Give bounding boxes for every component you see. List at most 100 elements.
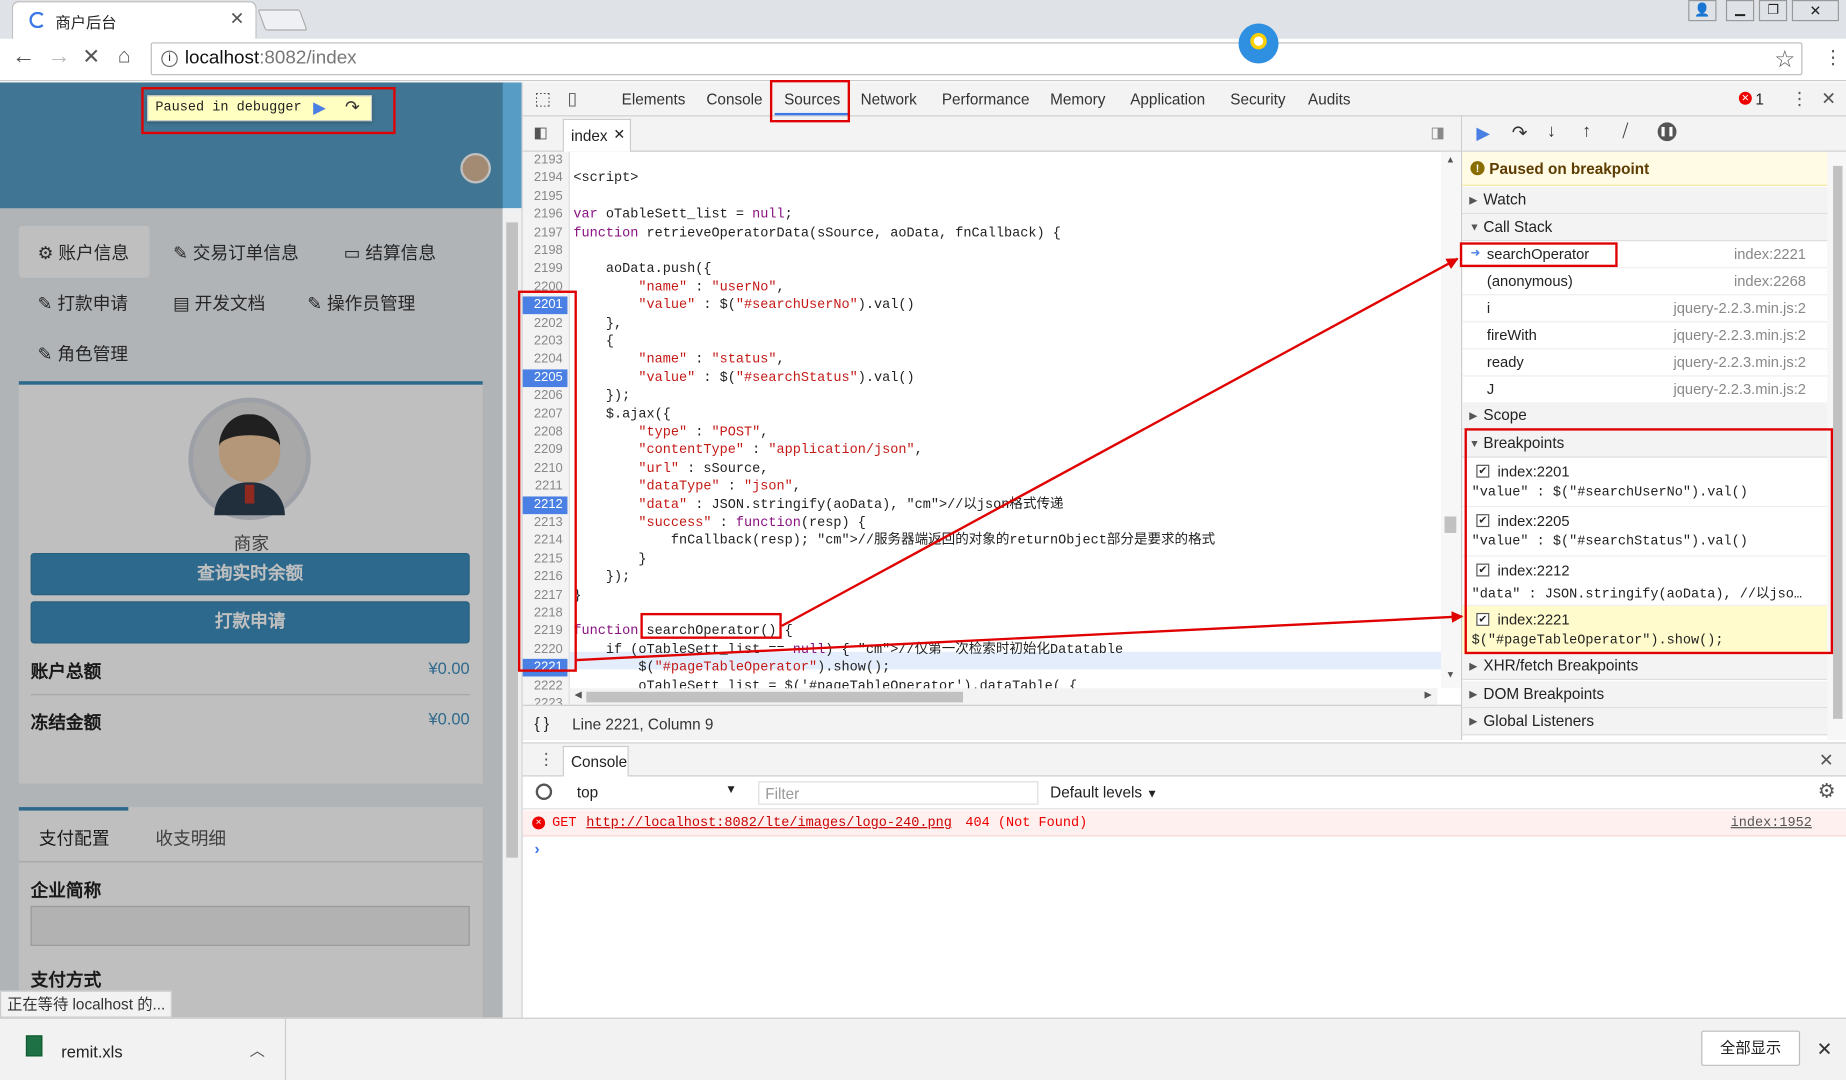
menu-icon[interactable]: ⋮ — [1824, 46, 1843, 70]
editor-vscroll-thumb[interactable] — [1444, 516, 1457, 533]
code-line: "name" : "status", — [638, 352, 785, 368]
call-frame-location[interactable]: jquery-2.2.3.min.js:2 — [1673, 376, 1806, 402]
call-frame[interactable]: fireWith jquery-2.2.3.min.js:2 — [1462, 322, 1828, 350]
back-icon[interactable]: ← — [12, 44, 36, 71]
context-selector[interactable]: top ▼ — [577, 784, 739, 805]
url-input[interactable]: i localhost:8082/index ☆ — [150, 42, 1803, 76]
editor-vscroll[interactable]: ▲ ▼ — [1441, 151, 1462, 689]
extension-monster-icon[interactable] — [1238, 23, 1279, 64]
section-scope[interactable]: ▶ Scope — [1462, 402, 1846, 430]
tab-security[interactable]: Security — [1230, 91, 1285, 109]
call-frame[interactable]: Jjquery-2.2.3.min.js:2 — [1462, 376, 1828, 404]
tab-audits[interactable]: Audits — [1308, 91, 1351, 109]
toggle-debugger-sidebar-icon[interactable]: ◨ — [1430, 124, 1444, 143]
call-frame-location[interactable]: jquery-2.2.3.min.js:2 — [1673, 349, 1806, 375]
console-prompt-icon[interactable]: › — [534, 840, 539, 858]
inspect-element-icon[interactable]: ⬚ — [534, 88, 551, 109]
bookmark-star-icon[interactable]: ☆ — [1774, 45, 1795, 74]
file-tab-index[interactable]: index ✕ — [562, 118, 632, 152]
section-dom-breakpoints[interactable]: ▶ DOM Breakpoints — [1462, 681, 1846, 709]
error-source-link[interactable]: index:1952 — [1731, 811, 1812, 837]
code-line: "value" : $("#searchStatus").val() — [638, 370, 915, 386]
section-call-stack-label: Call Stack — [1483, 217, 1553, 236]
call-frame-location[interactable]: jquery-2.2.3.min.js:2 — [1673, 295, 1806, 321]
restore-button[interactable]: ❐ — [1758, 0, 1788, 22]
scroll-down-icon[interactable]: ▼ — [1446, 669, 1455, 680]
call-frame[interactable]: i jquery-2.2.3.min.js:2 — [1462, 295, 1828, 323]
browser-tab[interactable]: 商户后台 ✕ — [11, 1, 257, 39]
call-frame[interactable]: (anonymous) index:2268 — [1462, 268, 1828, 296]
section-call-stack[interactable]: ▼ Call Stack — [1462, 214, 1846, 242]
home-icon[interactable]: ⌂ — [118, 44, 131, 69]
tab-network[interactable]: Network — [861, 91, 917, 109]
device-toolbar-icon[interactable]: ▯ — [567, 88, 577, 109]
step-into-icon[interactable]: ↓ — [1547, 121, 1556, 141]
section-global-listeners[interactable]: ▶ Global Listeners — [1462, 708, 1846, 736]
call-frame-location[interactable]: index:2221 — [1734, 241, 1806, 267]
editor-hscroll-thumb[interactable] — [586, 691, 964, 703]
code-line: }); — [573, 569, 631, 585]
section-watch-label: Watch — [1483, 190, 1527, 209]
step-over-next-icon[interactable]: ↷ — [1512, 121, 1528, 145]
call-frame-name: (anonymous) — [1486, 272, 1573, 290]
profile-icon[interactable]: 👤 — [1688, 0, 1717, 22]
resume-script-icon[interactable]: ▶ — [1476, 122, 1490, 144]
error-count-icon[interactable]: ✕ — [1738, 91, 1752, 105]
drawer-menu-icon[interactable]: ⋮ — [538, 749, 554, 769]
code-line: if (oTableSett_list == null) { "cm">//仅第… — [573, 642, 1124, 658]
download-chevron-up-icon[interactable]: ︿ — [250, 1038, 265, 1060]
section-watch[interactable]: ▶ Watch — [1462, 187, 1846, 215]
tab-performance[interactable]: Performance — [942, 91, 1030, 109]
scroll-left-icon[interactable]: ◀ — [575, 689, 582, 700]
collapsed-arrow-icon: ▶ — [1469, 660, 1478, 672]
clear-console-icon[interactable] — [535, 783, 553, 801]
code-line: function retrieveOperatorData(sSource, a… — [573, 225, 1061, 241]
loading-spinner-icon — [29, 11, 46, 29]
toggle-navigator-icon[interactable]: ◧ — [533, 124, 547, 143]
code-line: "value" : $("#searchUserNo").val() — [638, 297, 915, 314]
show-all-downloads-button[interactable]: 全部显示 — [1701, 1030, 1801, 1066]
stop-loading-icon[interactable]: ✕ — [82, 45, 100, 70]
pause-on-exceptions-icon[interactable]: ❚❚ — [1657, 122, 1677, 142]
drawer-tab-console[interactable]: Console — [562, 745, 629, 777]
deactivate-breakpoints-icon[interactable]: ⧸ — [1622, 121, 1628, 141]
drawer-close-icon[interactable]: ✕ — [1819, 749, 1834, 771]
editor-hscroll[interactable]: ◀ ▶ — [569, 688, 1438, 705]
file-tab-close-icon[interactable]: ✕ — [613, 126, 625, 142]
console-error-row: ✕ GET http://localhost:8082/lte/images/l… — [522, 810, 1846, 837]
scroll-right-icon[interactable]: ▶ — [1425, 689, 1432, 700]
console-filter-input[interactable]: Filter — [758, 781, 1039, 805]
tab-close-icon[interactable]: ✕ — [230, 8, 245, 29]
call-frame-location[interactable]: jquery-2.2.3.min.js:2 — [1673, 322, 1806, 348]
code-editor[interactable]: <script> var oTableSett_list = null; funct… — [523, 152, 1441, 694]
scroll-up-icon[interactable]: ▲ — [1446, 154, 1455, 165]
new-tab-button[interactable] — [257, 9, 308, 31]
devtools-close-icon[interactable]: ✕ — [1821, 88, 1836, 109]
tab-elements[interactable]: Elements — [622, 91, 686, 109]
browser-tab-title: 商户后台 — [55, 14, 117, 32]
annotation-box-gutter-breakpoints — [518, 290, 577, 672]
sidebar-scroll-thumb[interactable] — [1833, 165, 1843, 719]
tab-console[interactable]: Console — [706, 91, 762, 109]
log-levels-dropdown[interactable]: Default levels ▼ — [1050, 784, 1158, 802]
call-frame-location[interactable]: index:2268 — [1734, 268, 1806, 294]
tab-memory[interactable]: Memory — [1050, 91, 1105, 109]
console-settings-gear-icon[interactable]: ⚙ — [1818, 780, 1836, 804]
page-scroll-thumb[interactable] — [506, 222, 519, 858]
minimize-button[interactable]: ▁ — [1725, 0, 1755, 22]
download-item[interactable]: remit.xls ︿ — [0, 1018, 287, 1080]
section-xhr-breakpoints[interactable]: ▶ XHR/fetch Breakpoints — [1462, 652, 1846, 681]
tab-application[interactable]: Application — [1130, 91, 1205, 109]
code-line: "success" : function(resp) { — [638, 515, 866, 531]
collapsed-arrow-icon: ▶ — [1469, 409, 1478, 422]
pretty-print-icon[interactable]: { } — [534, 714, 548, 732]
annotation-box-sources-tab — [769, 80, 851, 123]
code-line: }); — [573, 388, 631, 404]
error-url[interactable]: http://localhost:8082/lte/images/logo-24… — [586, 811, 952, 837]
call-frame[interactable]: ready jquery-2.2.3.min.js:2 — [1462, 349, 1828, 377]
step-out-icon[interactable]: ↑ — [1582, 121, 1591, 141]
close-downloads-icon[interactable]: ✕ — [1817, 1038, 1833, 1062]
close-window-button[interactable]: ✕ — [1791, 0, 1839, 22]
forward-icon[interactable]: → — [47, 44, 71, 71]
devtools-menu-icon[interactable]: ⋮ — [1791, 88, 1809, 109]
